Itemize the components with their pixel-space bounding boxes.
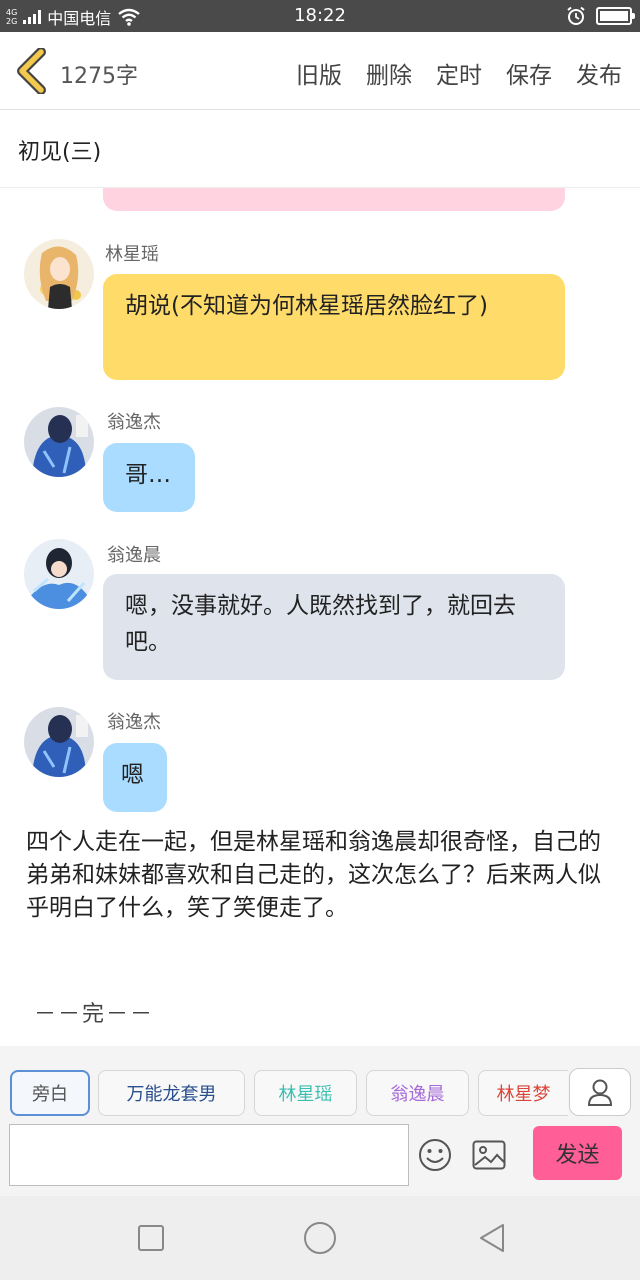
toolbar-actions: 旧版 删除 定时 保存 发布: [296, 56, 622, 90]
chapter-title-bar[interactable]: 初见(三): [0, 110, 640, 188]
avatar-image: [24, 407, 94, 477]
narration-text[interactable]: 四个人走在一起，但是林星瑶和翁逸晨却很奇怪，自己的弟弟和妹妹都喜欢和自己走的，这…: [26, 826, 606, 925]
clock-time: 18:22: [294, 5, 346, 26]
message-bubble[interactable]: 嗯，没事就好。人既然找到了，就回去吧。: [103, 574, 565, 680]
chapter-title[interactable]: 初见(三): [18, 134, 101, 166]
editor-toolbar: 1275字 旧版 删除 定时 保存 发布: [0, 32, 640, 110]
back-chevron-icon[interactable]: [14, 48, 50, 94]
role-label: 万能龙套男: [126, 1084, 217, 1105]
delete-button[interactable]: 删除: [366, 56, 412, 90]
avatar[interactable]: [24, 539, 94, 609]
avatar-image: [24, 239, 94, 309]
end-mark: －－完－－: [34, 1002, 155, 1027]
status-bar: 4G 2G 中国电信 18:22: [0, 0, 640, 32]
role-lin-xingmeng[interactable]: 林星梦: [478, 1070, 568, 1116]
emoji-icon[interactable]: [418, 1138, 452, 1172]
message-input[interactable]: [9, 1124, 409, 1186]
avatar[interactable]: [24, 707, 94, 777]
role-extra-male[interactable]: 万能龙套男: [98, 1070, 245, 1116]
role-label: 旁白: [32, 1084, 68, 1105]
status-right: [566, 6, 635, 26]
word-count: 1275字: [60, 64, 138, 89]
previous-message-bubble[interactable]: [103, 188, 565, 211]
input-row: 发送: [0, 1122, 640, 1196]
speaker-name: 林星瑶: [105, 244, 159, 265]
message-bubble[interactable]: 嗯: [103, 743, 167, 812]
battery-icon: [596, 7, 635, 25]
save-button[interactable]: 保存: [506, 56, 552, 90]
role-weng-yichen[interactable]: 翁逸晨: [366, 1070, 469, 1116]
avatar-image: [24, 707, 94, 777]
send-label: 发送: [555, 1143, 600, 1168]
alarm-icon: [567, 6, 585, 25]
role-narration[interactable]: 旁白: [10, 1070, 90, 1116]
role-label: 林星瑶: [278, 1084, 333, 1105]
role-lin-xingyao[interactable]: 林星瑶: [254, 1070, 357, 1116]
schedule-button[interactable]: 定时: [436, 56, 482, 90]
recent-apps-icon[interactable]: [137, 1224, 165, 1252]
role-label: 翁逸晨: [390, 1084, 445, 1105]
avatar[interactable]: [24, 239, 94, 309]
person-icon: [587, 1079, 613, 1106]
home-icon[interactable]: [303, 1221, 337, 1255]
speaker-name: 翁逸杰: [107, 712, 161, 733]
speaker-name: 翁逸杰: [107, 412, 161, 433]
manage-roles-button[interactable]: [569, 1068, 631, 1116]
send-button[interactable]: 发送: [533, 1126, 622, 1180]
chat-content[interactable]: 林星瑶 胡说(不知道为何林星瑶居然脸红了) 翁逸杰 哥… 翁逸晨 嗯，没事就好。…: [0, 188, 640, 1046]
system-nav-bar: [0, 1196, 640, 1280]
publish-button[interactable]: 发布: [576, 56, 622, 90]
old-version-button[interactable]: 旧版: [296, 56, 342, 90]
image-icon[interactable]: [472, 1140, 506, 1170]
avatar[interactable]: [24, 407, 94, 477]
message-bubble[interactable]: 哥…: [103, 443, 195, 512]
role-picker: 旁白 万能龙套男 林星瑶 翁逸晨 林星梦: [0, 1046, 640, 1122]
avatar-image: [24, 539, 94, 609]
speaker-name: 翁逸晨: [107, 545, 161, 566]
message-bubble[interactable]: 胡说(不知道为何林星瑶居然脸红了): [103, 274, 565, 380]
role-label: 林星梦: [496, 1084, 551, 1105]
back-icon[interactable]: [477, 1222, 507, 1254]
